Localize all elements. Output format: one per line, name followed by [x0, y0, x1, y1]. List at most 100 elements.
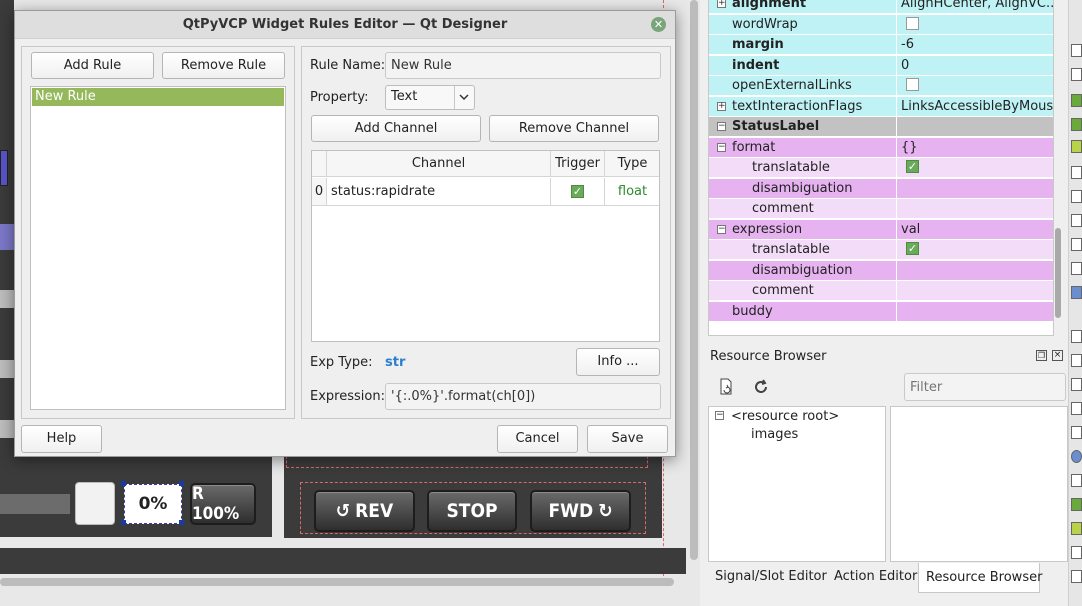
column-header-channel[interactable]: Channel — [327, 151, 551, 177]
property-value[interactable] — [898, 179, 1053, 199]
refresh-icon[interactable] — [752, 378, 772, 398]
rapid-override-button[interactable]: R 100% — [190, 483, 256, 525]
selection-handle[interactable] — [179, 481, 184, 486]
resource-filter-input[interactable] — [904, 373, 1066, 401]
widget-icon[interactable] — [1071, 546, 1082, 559]
tab-signal-slot-editor[interactable]: Signal/Slot Editor — [715, 569, 827, 584]
feed-blank-button[interactable] — [75, 482, 115, 525]
property-row[interactable]: + alignment AlignHCenter, AlignVC... — [709, 0, 1053, 14]
tab-resource-browser[interactable]: Resource Browser — [918, 563, 1042, 593]
property-value[interactable] — [898, 302, 1053, 322]
widget-icon[interactable] — [1071, 522, 1082, 535]
property-checkbox[interactable] — [906, 78, 919, 91]
tab-action-editor[interactable]: Action Editor — [834, 569, 917, 584]
property-value[interactable]: 0 — [898, 56, 1053, 76]
property-row[interactable]: translatable ✓ — [709, 158, 1053, 178]
property-row[interactable]: margin -6 — [709, 35, 1053, 55]
widget-icon[interactable] — [1071, 94, 1082, 107]
property-value[interactable] — [898, 261, 1053, 281]
property-value[interactable] — [898, 76, 1053, 96]
widget-icon[interactable] — [1071, 44, 1082, 57]
property-row[interactable]: openExternalLinks — [709, 76, 1053, 96]
resource-images-item[interactable]: images — [751, 427, 798, 442]
widget-icon[interactable] — [1071, 262, 1082, 275]
property-row[interactable]: − StatusLabel — [709, 117, 1053, 137]
property-value[interactable]: val — [898, 220, 1053, 240]
collapse-icon[interactable]: − — [717, 122, 726, 131]
reload-file-icon[interactable] — [718, 378, 738, 398]
widget-icon[interactable] — [1071, 118, 1082, 131]
vertical-scrollbar[interactable] — [690, 0, 698, 560]
collapse-icon[interactable]: − — [715, 411, 724, 420]
percent-label[interactable]: 0% — [124, 484, 182, 524]
property-scrollbar[interactable] — [1055, 228, 1061, 318]
feed-slider[interactable] — [0, 494, 70, 514]
property-value[interactable]: LinksAccessibleByMouse — [898, 97, 1053, 117]
column-header-trigger[interactable]: Trigger — [551, 151, 605, 177]
widget-icon[interactable] — [1071, 140, 1082, 153]
property-value[interactable]: ✓ — [898, 240, 1053, 260]
info-button[interactable]: Info ... — [576, 348, 660, 376]
property-checkbox[interactable] — [906, 16, 919, 30]
property-row[interactable]: disambiguation — [709, 260, 1053, 281]
selection-handle[interactable] — [121, 481, 126, 486]
float-icon[interactable]: ❐ — [1036, 350, 1047, 361]
close-icon[interactable]: × — [1052, 350, 1063, 361]
property-row[interactable]: − format{} — [709, 137, 1053, 158]
widget-icon[interactable] — [1071, 402, 1082, 415]
cancel-button[interactable]: Cancel — [497, 425, 578, 453]
property-value[interactable] — [898, 117, 1053, 137]
widget-icon[interactable] — [1071, 286, 1082, 299]
trigger-checkbox[interactable]: ✓ — [571, 185, 584, 198]
property-checkbox[interactable]: ✓ — [906, 160, 919, 173]
property-value[interactable]: {} — [898, 138, 1053, 158]
widget-icon[interactable] — [1071, 238, 1082, 251]
save-button[interactable]: Save — [587, 425, 668, 453]
widget-icon[interactable] — [1071, 68, 1082, 81]
widget-icon[interactable] — [1071, 570, 1082, 583]
property-row[interactable]: translatable ✓ — [709, 240, 1053, 260]
column-header-type[interactable]: Type — [605, 151, 659, 177]
widget-icon[interactable] — [1071, 190, 1082, 203]
property-checkbox[interactable]: ✓ — [906, 242, 919, 255]
property-value[interactable]: AlignHCenter, AlignVC... — [898, 0, 1053, 14]
spindle-fwd-button[interactable]: FWD ↻ — [530, 490, 631, 532]
property-row[interactable]: + textInteractionFlags LinksAccessibleByMo… — [709, 96, 1053, 117]
add-rule-button[interactable]: Add Rule — [31, 52, 154, 79]
spindle-stop-button[interactable]: STOP — [427, 490, 517, 532]
collapse-icon[interactable]: − — [717, 224, 726, 234]
property-value[interactable] — [898, 281, 1053, 301]
trigger-cell[interactable]: ✓ — [551, 178, 605, 206]
expand-icon[interactable]: + — [717, 101, 726, 111]
widget-icon[interactable] — [1071, 330, 1082, 343]
spindle-rev-button[interactable]: ↺ REV — [314, 490, 415, 532]
selection-handle[interactable] — [121, 520, 126, 525]
property-value[interactable] — [898, 15, 1053, 35]
rule-name-field[interactable]: New Rule — [385, 52, 661, 79]
remove-channel-button[interactable]: Remove Channel — [489, 115, 659, 142]
left-blue-widget[interactable] — [0, 150, 8, 186]
expand-icon[interactable]: + — [717, 0, 726, 8]
close-icon[interactable]: ✕ — [651, 17, 666, 32]
horizontal-scrollbar[interactable] — [0, 578, 674, 586]
property-row[interactable]: comment — [709, 281, 1053, 301]
resource-root-item[interactable]: <resource root> — [731, 409, 839, 424]
list-item[interactable]: New Rule — [32, 88, 284, 106]
widget-icon[interactable] — [1071, 354, 1082, 367]
expression-field[interactable]: '{:.0%}'.format(ch[0]) — [385, 383, 661, 410]
selection-handle[interactable] — [179, 520, 184, 525]
property-row[interactable]: − expression val — [709, 219, 1053, 240]
property-row[interactable]: indent 0 — [709, 55, 1053, 76]
property-row[interactable]: buddy — [709, 301, 1053, 322]
property-row[interactable]: comment — [709, 199, 1053, 219]
widget-icon[interactable] — [1071, 166, 1082, 179]
property-value[interactable] — [898, 199, 1053, 219]
property-row[interactable]: disambiguation — [709, 178, 1053, 199]
widget-icon[interactable] — [1071, 450, 1082, 463]
add-channel-button[interactable]: Add Channel — [311, 115, 481, 142]
widget-icon[interactable] — [1071, 474, 1082, 487]
channel-cell[interactable]: status:rapidrate — [327, 178, 551, 206]
help-button[interactable]: Help — [21, 425, 102, 453]
property-value[interactable]: -6 — [898, 35, 1053, 55]
property-row[interactable]: wordWrap — [709, 14, 1053, 35]
